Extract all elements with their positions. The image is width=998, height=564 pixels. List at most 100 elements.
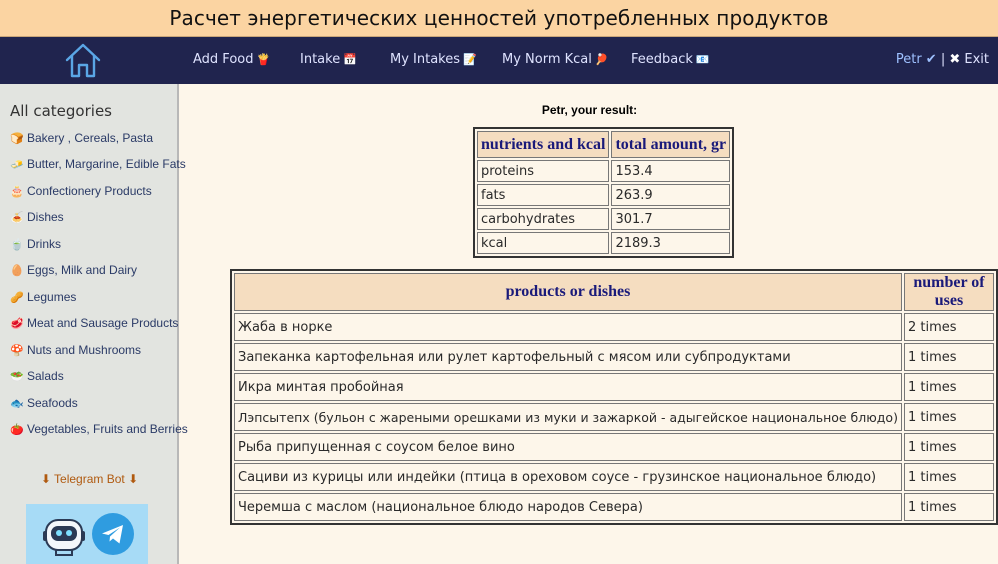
column-header: number of uses (903, 273, 994, 311)
page-title: Расчет энергетических ценностей употребл… (169, 6, 829, 30)
sidebar-item-label: Bakery , Cereals, Pasta (27, 131, 154, 145)
cake-icon: 🎂 (10, 186, 24, 198)
product-name: Сациви из курицы или индейки (птица в ор… (234, 463, 902, 491)
exit-icon: ✖ (949, 52, 961, 67)
sidebar-item-label: Legumes (27, 290, 77, 304)
sidebar-item-label: Eggs, Milk and Dairy (27, 263, 138, 277)
sidebar-item-legumes[interactable]: 🥜 Legumes (10, 290, 76, 304)
product-name: Запеканка картофельная или рулет картофе… (234, 343, 902, 371)
sidebar-item-confectionery[interactable]: 🎂 Confectionery Products (10, 184, 152, 198)
table-row: carbohydrates 301.7 (477, 208, 731, 230)
product-uses: 1 times (903, 433, 994, 461)
fish-icon: 🐟 (10, 398, 24, 410)
nav-intake[interactable]: Intake 📅 (300, 52, 357, 67)
sidebar-heading: All categories (10, 102, 112, 120)
table-row: Запеканка картофельная или рулет картофе… (234, 343, 994, 371)
column-header: products or dishes (234, 273, 902, 311)
product-name: Черемша с маслом (национальное блюдо нар… (234, 493, 902, 521)
nav-feedback-label: Feedback (631, 52, 693, 67)
exit-button[interactable]: ✖ Exit (949, 52, 989, 67)
sidebar: All categories 🍞 Bakery , Cereals, Pasta … (0, 84, 188, 564)
sidebar-item-vegetables[interactable]: 🍅 Vegetables, Fruits and Berries (10, 422, 188, 436)
sidebar-item-label: Seafoods (27, 396, 78, 410)
nutrient-name: proteins (477, 160, 610, 182)
tea-icon: 🍵 (10, 239, 24, 251)
ping-pong-icon: 🏓 (594, 53, 609, 66)
calendar-icon: 📅 (343, 53, 357, 66)
column-header: total amount, gr (611, 131, 731, 158)
nutrient-amount: 153.4 (611, 160, 731, 182)
butter-icon: 🧈 (10, 159, 24, 171)
product-uses: 1 times (903, 343, 994, 371)
sidebar-item-salads[interactable]: 🥗 Salads (10, 369, 64, 383)
result-title: Petr, your result: (541, 103, 638, 117)
fries-icon: 🍟 (256, 53, 271, 66)
peanut-icon: 🥜 (10, 292, 24, 304)
sidebar-item-butter[interactable]: 🧈 Butter, Margarine, Edible Fats (10, 157, 186, 171)
salad-icon: 🥗 (10, 371, 24, 383)
nav-my-intakes-label: My Intakes (390, 52, 461, 67)
products-table: products or dishes number of uses Жаба в… (230, 269, 998, 525)
egg-icon: 🥚 (10, 265, 24, 277)
nutrients-table: nutrients and kcal total amount, gr prot… (473, 127, 735, 258)
table-row: kcal 2189.3 (477, 232, 731, 254)
sidebar-item-seafoods[interactable]: 🐟 Seafoods (10, 396, 78, 410)
table-row: Икра минтая пробойная 1 times (234, 373, 994, 401)
top-navbar: Add Food 🍟 Intake 📅 My Intakes 📝 My Norm Kc… (0, 37, 998, 84)
product-name: Лэпсытепх (бульон с жареными орешками из… (234, 403, 902, 431)
nav-intake-label: Intake (300, 52, 341, 67)
nav-my-intakes[interactable]: My Intakes 📝 (390, 52, 477, 67)
telegram-bot-banner[interactable] (26, 504, 148, 564)
table-row: proteins 153.4 (477, 160, 731, 182)
table-header-row: products or dishes number of uses (234, 273, 994, 311)
sidebar-item-label: Salads (27, 369, 64, 383)
table-row: fats 263.9 (477, 184, 731, 206)
product-uses: 1 times (903, 493, 994, 521)
sidebar-item-eggs-dairy[interactable]: 🥚 Eggs, Milk and Dairy (10, 263, 137, 277)
nav-add-food-label: Add Food (193, 52, 254, 67)
product-uses: 2 times (903, 313, 994, 341)
sidebar-item-dishes[interactable]: 🍝 Dishes (10, 210, 64, 224)
telegram-icon (92, 513, 134, 555)
nutrient-amount: 301.7 (611, 208, 731, 230)
sidebar-item-label: Vegetables, Fruits and Berries (27, 422, 188, 436)
table-row: Черемша с маслом (национальное блюдо нар… (234, 493, 994, 521)
house-icon[interactable] (64, 42, 102, 78)
nutrient-amount: 2189.3 (611, 232, 731, 254)
sidebar-item-label: Butter, Margarine, Edible Fats (27, 157, 186, 171)
sidebar-item-drinks[interactable]: 🍵 Drinks (10, 237, 61, 251)
sidebar-item-bakery[interactable]: 🍞 Bakery , Cereals, Pasta (10, 131, 153, 145)
table-row: Жаба в норке 2 times (234, 313, 994, 341)
product-uses: 1 times (903, 463, 994, 491)
sidebar-item-label: Meat and Sausage Products (27, 316, 179, 330)
main-content: Petr, your result: nutrients and kcal to… (181, 84, 998, 564)
telegram-bot-link[interactable]: ⬇ Telegram Bot ⬇ (0, 472, 179, 486)
nav-my-norm-kcal[interactable]: My Norm Kcal 🏓 (502, 52, 609, 67)
sidebar-item-label: Dishes (27, 210, 64, 224)
sidebar-item-nuts[interactable]: 🍄 Nuts and Mushrooms (10, 343, 141, 357)
nutrient-name: fats (477, 184, 610, 206)
nav-add-food[interactable]: Add Food 🍟 (193, 52, 270, 67)
sidebar-item-label: Drinks (27, 237, 62, 251)
email-icon: 📧 (695, 53, 710, 66)
product-name: Жаба в норке (234, 313, 902, 341)
product-uses: 1 times (903, 403, 994, 431)
mushroom-icon: 🍄 (10, 345, 24, 357)
table-row: Рыба припущенная с соусом белое вино 1 t… (234, 433, 994, 461)
product-name: Икра минтая пробойная (234, 373, 902, 401)
user-separator: | (936, 52, 950, 67)
memo-icon: 📝 (463, 53, 477, 66)
page-header: Расчет энергетических ценностей употребл… (0, 0, 998, 37)
product-uses: 1 times (903, 373, 994, 401)
nutrient-name: kcal (477, 232, 610, 254)
nutrient-amount: 263.9 (611, 184, 731, 206)
user-name-link[interactable]: Petr ✔ (896, 52, 937, 67)
table-row: Лэпсытепх (бульон с жареными орешками из… (234, 403, 994, 431)
sidebar-item-meat[interactable]: 🥩 Meat and Sausage Products (10, 316, 178, 330)
sidebar-item-label: Confectionery Products (27, 184, 152, 198)
exit-label: Exit (960, 52, 989, 67)
nav-feedback[interactable]: Feedback 📧 (631, 52, 710, 67)
table-row: Сациви из курицы или индейки (птица в ор… (234, 463, 994, 491)
sidebar-item-label: Nuts and Mushrooms (27, 343, 142, 357)
bread-icon: 🍞 (10, 133, 24, 145)
